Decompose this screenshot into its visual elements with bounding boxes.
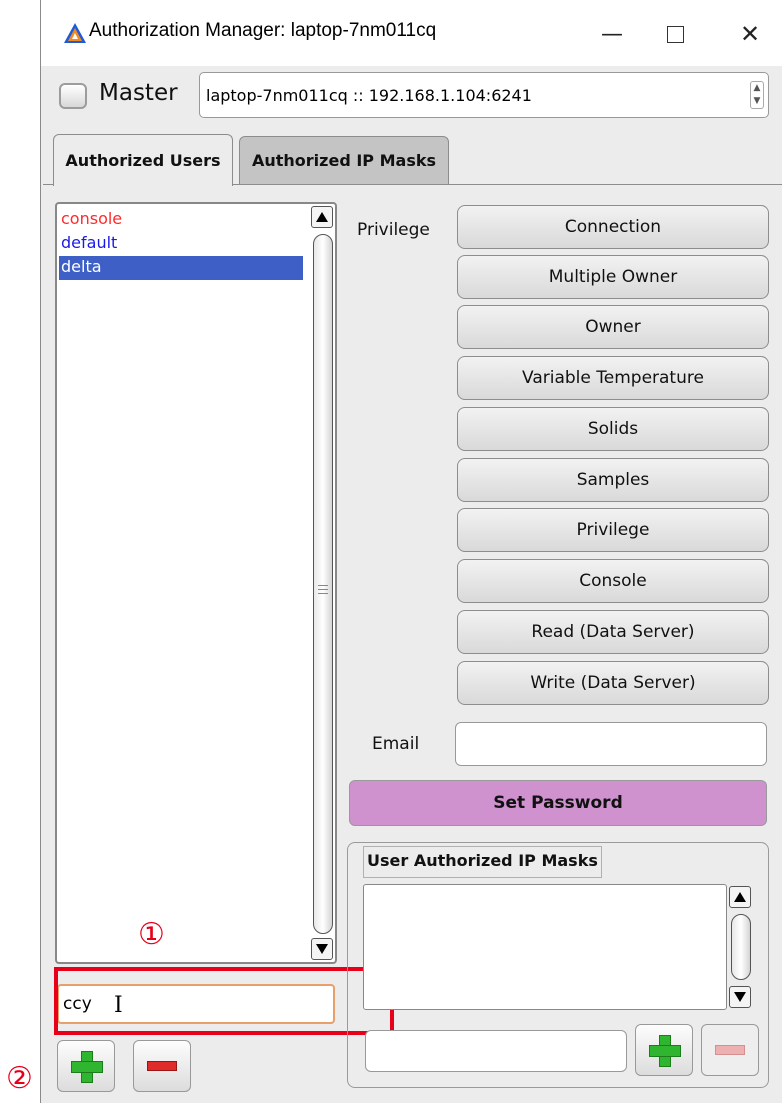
user-list-scrollbar[interactable] (309, 204, 337, 962)
close-icon: ✕ (739, 20, 761, 48)
spinner-up-icon: ▲ (753, 83, 761, 93)
arrow-down-icon (734, 992, 746, 1002)
privilege-connection-button[interactable]: Connection (457, 205, 769, 249)
minimize-icon: — (601, 21, 623, 47)
tab-authorized-ip-masks[interactable]: Authorized IP Masks (239, 136, 449, 184)
arrow-up-icon (734, 892, 746, 902)
user-list[interactable]: console default delta (55, 202, 337, 964)
scroll-down-button[interactable] (311, 938, 333, 960)
minimize-button[interactable]: — (589, 14, 635, 54)
email-input[interactable] (456, 723, 766, 765)
privilege-label: Privilege (357, 220, 430, 240)
host-select-value: laptop-7nm011cq :: 192.168.1.104:6241 (206, 86, 532, 105)
annotation-step-1: ① (138, 917, 165, 952)
minus-icon (147, 1061, 177, 1071)
app-logo-icon (64, 23, 86, 43)
add-user-button[interactable] (57, 1040, 115, 1092)
user-item-console[interactable]: console (59, 208, 303, 232)
user-item-default[interactable]: default (59, 232, 303, 256)
host-spinner[interactable]: ▲ ▼ (750, 81, 764, 109)
tab-authorized-users[interactable]: Authorized Users (53, 134, 233, 186)
master-label: Master (99, 80, 178, 106)
privilege-console-button[interactable]: Console (457, 559, 769, 603)
maximize-icon (666, 25, 684, 43)
privilege-read-data-server-button[interactable]: Read (Data Server) (457, 610, 769, 654)
privilege-owner-button[interactable]: Owner (457, 305, 769, 349)
mask-scroll-up-button[interactable] (729, 886, 751, 908)
mask-scroll-down-button[interactable] (729, 986, 751, 1008)
add-ip-mask-button[interactable] (635, 1024, 693, 1076)
remove-user-button[interactable] (133, 1040, 191, 1092)
scroll-up-button[interactable] (311, 206, 333, 228)
maximize-button[interactable] (652, 14, 698, 54)
arrow-down-icon (316, 944, 328, 954)
ip-mask-input[interactable] (366, 1031, 626, 1071)
window-title: Authorization Manager: laptop-7nm011cq (89, 20, 437, 41)
annotation-step-2: ② (6, 1061, 33, 1096)
highlight-box (54, 967, 394, 1035)
grip-line (318, 593, 328, 594)
mask-scroll-thumb[interactable] (731, 914, 751, 980)
email-label: Email (372, 734, 420, 754)
host-select[interactable]: laptop-7nm011cq :: 192.168.1.104:6241 ▲ … (199, 72, 769, 118)
privilege-privilege-button[interactable]: Privilege (457, 508, 769, 552)
privilege-multiple-owner-button[interactable]: Multiple Owner (457, 255, 769, 299)
email-field[interactable] (455, 722, 767, 766)
authorization-manager-window: Authorization Manager: laptop-7nm011cq —… (40, 0, 782, 1103)
privilege-samples-button[interactable]: Samples (457, 458, 769, 502)
master-checkbox[interactable] (59, 83, 87, 109)
ip-mask-scrollbar[interactable] (727, 886, 755, 1010)
grip-line (318, 589, 328, 590)
close-button[interactable]: ✕ (727, 14, 773, 54)
grip-line (318, 585, 328, 586)
privilege-solids-button[interactable]: Solids (457, 407, 769, 451)
title-bar[interactable]: Authorization Manager: laptop-7nm011cq —… (41, 0, 782, 66)
plus-icon (649, 1035, 681, 1067)
remove-ip-mask-button[interactable] (701, 1024, 759, 1076)
minus-icon (715, 1045, 745, 1055)
privilege-write-data-server-button[interactable]: Write (Data Server) (457, 661, 769, 705)
set-password-button[interactable]: Set Password (349, 780, 767, 826)
user-item-delta[interactable]: delta (59, 256, 303, 280)
scroll-thumb[interactable] (313, 234, 333, 934)
privilege-variable-temperature-button[interactable]: Variable Temperature (457, 356, 769, 400)
user-ip-masks-title: User Authorized IP Masks (363, 846, 602, 878)
plus-icon (71, 1051, 103, 1083)
ip-mask-field[interactable] (365, 1030, 627, 1072)
arrow-up-icon (316, 212, 328, 222)
ip-mask-list[interactable] (363, 884, 727, 1010)
spinner-down-icon: ▼ (753, 96, 761, 106)
